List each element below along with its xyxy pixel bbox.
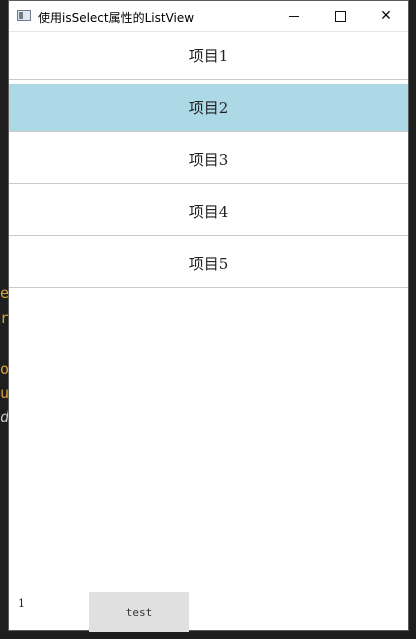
list-item[interactable]: 项目2 [9, 84, 408, 132]
title-bar[interactable]: 使用isSelect属性的ListView ✕ [9, 1, 408, 32]
app-window-icon [17, 10, 31, 21]
test-button[interactable]: test [89, 592, 189, 632]
list-item[interactable]: 项目5 [9, 240, 408, 288]
background-editor-text: u [0, 384, 8, 402]
close-icon: ✕ [380, 8, 392, 24]
minimize-button[interactable] [271, 1, 317, 31]
background-editor-text: r [0, 309, 8, 327]
window-title: 使用isSelect属性的ListView [38, 11, 195, 25]
list-item-label: 项目4 [188, 203, 229, 221]
minimize-icon [289, 15, 299, 17]
maximize-icon [334, 10, 346, 22]
list-item-label: 项目5 [188, 255, 229, 273]
list-item[interactable]: 项目3 [9, 136, 408, 184]
list-item[interactable]: 项目1 [9, 32, 408, 80]
list-item-label: 项目1 [188, 47, 229, 65]
counter-label: 1 [18, 597, 25, 610]
background-editor-text: d [0, 408, 8, 426]
maximize-button[interactable] [317, 1, 363, 31]
list-item[interactable]: 项目4 [9, 188, 408, 236]
background-editor-text: o [0, 360, 8, 378]
close-button[interactable]: ✕ [363, 1, 409, 31]
background-editor-text: e [0, 284, 8, 302]
app-window: 使用isSelect属性的ListView ✕ 项目1 项目2 项目3 项目4 … [8, 0, 409, 632]
list-item-label: 项目3 [188, 151, 229, 169]
list-item-label: 项目2 [188, 99, 229, 117]
list-view: 项目1 项目2 项目3 项目4 项目5 [9, 32, 408, 292]
